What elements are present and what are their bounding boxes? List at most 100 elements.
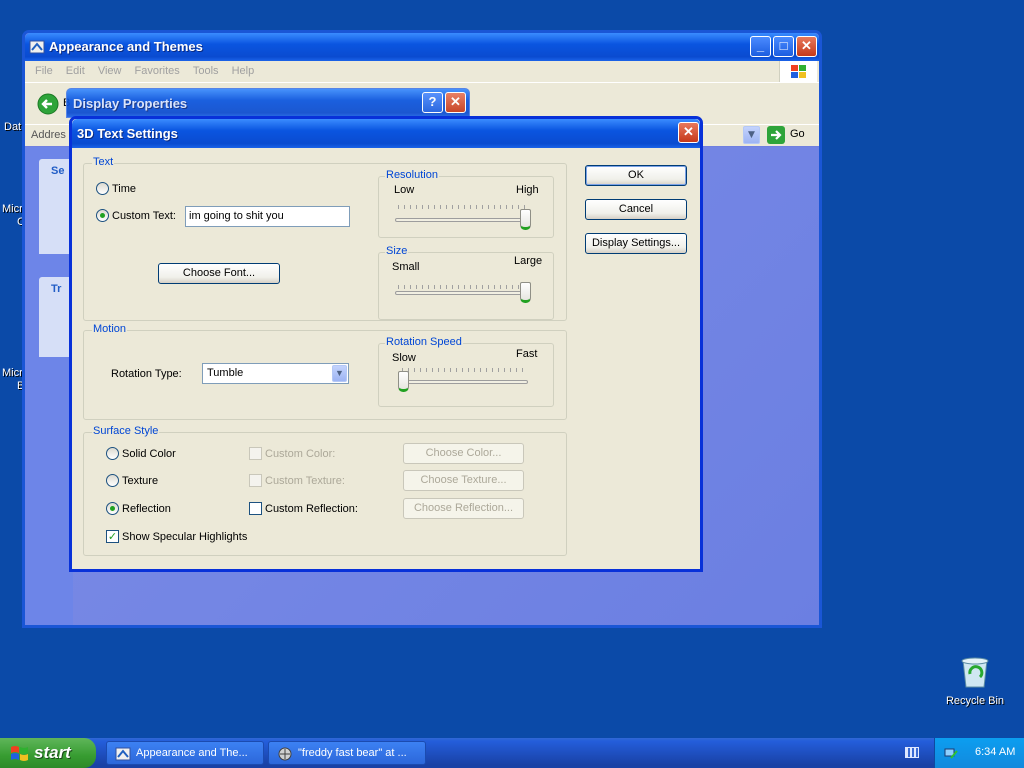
menu-tools[interactable]: Tools (193, 61, 219, 82)
size-large-label: Large (514, 255, 543, 267)
taskbar: start Appearance and The... "freddy fast… (0, 738, 1024, 768)
dialog-title: 3D Text Settings (77, 126, 178, 141)
rotation-speed-ticks (402, 368, 528, 372)
size-ticks (398, 285, 530, 289)
control-panel-icon (29, 40, 45, 54)
resolution-slider-thumb[interactable] (520, 209, 531, 230)
custom-color-label: Custom Color: (265, 448, 336, 460)
specular-highlights-checkbox[interactable]: ✓ (106, 530, 119, 543)
go-arrow-icon (767, 126, 785, 144)
task-box-title-2: Tr (51, 283, 62, 295)
display-properties-titlebar[interactable]: Display Properties ? ✕ (66, 88, 470, 118)
taskbar-item-label: "freddy fast bear" at ... (298, 747, 407, 759)
rotation-speed-fast-label: Fast (516, 348, 538, 360)
3d-text-settings-dialog: 3D Text Settings ✕ Text Time Custom Text… (69, 116, 703, 572)
menu-help[interactable]: Help (232, 61, 255, 82)
display-properties-title: Display Properties (73, 96, 188, 111)
windows-flag-icon (11, 746, 28, 761)
rotation-type-select[interactable]: Tumble ▼ (202, 363, 349, 384)
dialog-titlebar[interactable]: 3D Text Settings ✕ (72, 119, 700, 148)
rotation-speed-legend: Rotation Speed (385, 336, 463, 348)
desktop-icon-label-1[interactable]: Dat (4, 121, 21, 133)
resolution-high-label: High (516, 184, 539, 196)
help-button[interactable]: ? (422, 92, 443, 113)
windows-logo-icon (779, 61, 817, 82)
rotation-speed-slider-track[interactable] (398, 380, 528, 384)
display-properties-close-button[interactable]: ✕ (445, 92, 466, 113)
time-label: Time (112, 183, 137, 195)
clock[interactable]: 6:34 AM (975, 746, 1015, 758)
maximize-button[interactable]: □ (773, 36, 794, 57)
size-legend: Size (385, 245, 409, 257)
taskbar-item-browser[interactable]: "freddy fast bear" at ... (268, 741, 426, 765)
address-dropdown-button[interactable]: ▼ (743, 126, 760, 144)
rotation-type-label: Rotation Type: (111, 368, 182, 380)
texture-label: Texture (122, 475, 159, 487)
recycle-bin[interactable]: Recycle Bin (940, 656, 1010, 708)
custom-text-input[interactable]: im going to shit you (185, 206, 350, 227)
ok-button[interactable]: OK (585, 165, 687, 186)
menu-file[interactable]: File (35, 61, 53, 82)
go-label: Go (790, 128, 805, 140)
explorer-titlebar[interactable]: Appearance and Themes _ □ ✕ (25, 33, 819, 61)
choose-font-button[interactable]: Choose Font... (158, 263, 280, 284)
size-slider-track[interactable] (395, 291, 531, 295)
custom-color-checkbox[interactable] (249, 447, 262, 460)
dialog-close-button[interactable]: ✕ (678, 122, 699, 143)
recycle-bin-icon (961, 657, 989, 688)
custom-texture-label: Custom Texture: (265, 475, 345, 487)
display-settings-button[interactable]: Display Settings... (585, 233, 687, 254)
back-arrow-icon (37, 93, 59, 115)
browser-icon (278, 747, 292, 761)
resolution-legend: Resolution (385, 169, 439, 181)
go-button[interactable]: Go (767, 126, 811, 145)
taskbar-item-label: Appearance and The... (136, 747, 248, 759)
menu-edit[interactable]: Edit (66, 61, 85, 82)
reflection-label: Reflection (122, 503, 171, 515)
network-icon[interactable] (943, 745, 959, 761)
custom-texture-checkbox[interactable] (249, 474, 262, 487)
reflection-radio[interactable] (106, 502, 119, 515)
taskbar-item-appearance[interactable]: Appearance and The... (106, 741, 264, 765)
resolution-low-label: Low (394, 184, 415, 196)
choose-color-button[interactable]: Choose Color... (403, 443, 524, 464)
solid-color-radio[interactable] (106, 447, 119, 460)
rotation-type-value: Tumble (207, 367, 244, 379)
custom-text-label: Custom Text: (112, 210, 176, 222)
rotation-speed-slider-thumb[interactable] (398, 371, 409, 392)
custom-reflection-checkbox[interactable] (249, 502, 262, 515)
start-button[interactable]: start (0, 738, 96, 768)
size-small-label: Small (392, 261, 420, 273)
choose-texture-button[interactable]: Choose Texture... (403, 470, 524, 491)
time-radio[interactable] (96, 182, 109, 195)
choose-reflection-button[interactable]: Choose Reflection... (403, 498, 524, 519)
address-label: Addres (31, 129, 66, 141)
menu-view[interactable]: View (98, 61, 122, 82)
solid-color-label: Solid Color (122, 448, 176, 460)
control-panel-icon (115, 747, 131, 761)
explorer-left-pane: Se Tr (25, 147, 79, 625)
custom-text-radio[interactable] (96, 209, 109, 222)
menu-bar: File Edit View Favorites Tools Help (25, 61, 819, 82)
start-label: start (34, 743, 71, 762)
explorer-title: Appearance and Themes (49, 39, 203, 54)
resolution-slider-track[interactable] (395, 218, 531, 222)
size-slider-thumb[interactable] (520, 282, 531, 303)
display-properties-window: Display Properties ? ✕ (66, 88, 470, 118)
system-tray: 6:34 AM (934, 738, 1024, 768)
recycle-bin-label: Recycle Bin (945, 695, 1005, 707)
close-button[interactable]: ✕ (796, 36, 817, 57)
texture-radio[interactable] (106, 474, 119, 487)
text-group-legend: Text (92, 156, 115, 168)
motion-legend: Motion (92, 323, 128, 335)
custom-reflection-label: Custom Reflection: (265, 503, 358, 515)
chevron-down-icon[interactable]: ▼ (332, 365, 347, 382)
task-box-title: Se (51, 165, 65, 177)
cancel-button[interactable]: Cancel (585, 199, 687, 220)
rotation-speed-slow-label: Slow (392, 352, 416, 364)
resolution-ticks (398, 205, 530, 209)
checkmark-icon: ✓ (107, 530, 118, 543)
keyboard-icon[interactable] (905, 747, 919, 758)
minimize-button[interactable]: _ (750, 36, 771, 57)
menu-favorites[interactable]: Favorites (135, 61, 180, 82)
